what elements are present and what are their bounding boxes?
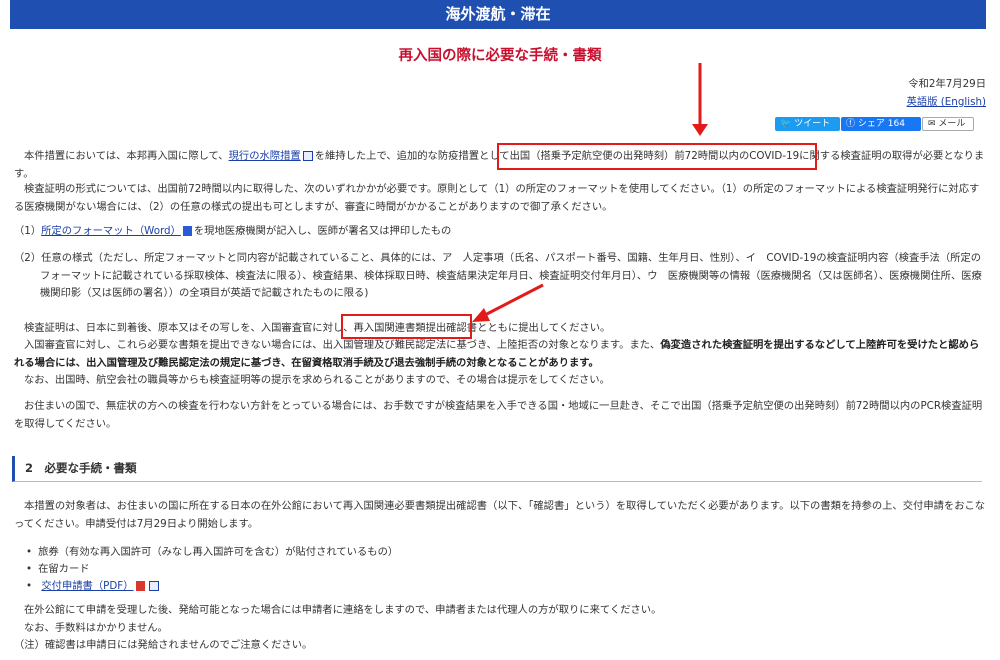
- paragraph-9: なお、手数料はかかりません。: [24, 622, 168, 634]
- down-arrow-head: [692, 124, 708, 136]
- list-item: 旅券（有効な再入国許可（みなし再入国許可を含む）が貼付されているもの）: [26, 544, 398, 561]
- format-item-2: （2）任意の様式（ただし、所定フォーマットと同内容が記載されていること、具体的に…: [14, 252, 982, 299]
- paragraph-6: お住まいの国で、無症状の方への検査を行わない方針をとっている場合には、お手数です…: [14, 400, 983, 430]
- paragraph-7: 本措置の対象者は、お住まいの国に所在する日本の在外公館において再入国関連必要書類…: [14, 500, 986, 530]
- external-link-icon: [148, 581, 159, 591]
- paragraph-4: 入国審査官に対し、これら必要な書類を提出できない場合には、出入国管理及び難民認定…: [14, 339, 980, 369]
- external-link-icon: [302, 151, 313, 161]
- application-form-pdf-link[interactable]: 交付申請書（PDF）: [41, 580, 133, 592]
- list-item: 在留カード: [26, 561, 89, 578]
- paragraph-8: 在外公館にて申請を受理した後、発給可能となった場合には申請者に連絡をしますので、…: [24, 604, 662, 616]
- pdf-icon: [135, 581, 145, 591]
- paragraph-2: 検査証明の形式については、出国前72時間以内に取得した、次のいずれかかが必要です…: [14, 183, 980, 213]
- paragraph-10-note: （注）確認書は申請日には発給されませんのでご注意ください。: [14, 639, 313, 651]
- highlight-box-confirmation: [341, 314, 472, 339]
- section-2-heading: 2 必要な手続・書類: [12, 456, 982, 482]
- format-item-1: （1）所定のフォーマット（Word） を現地医療機関が記入し、医師が署名又は押印し…: [14, 225, 452, 237]
- paragraph-5: なお、出国時、航空会社の職員等からも検査証明等の提示を求められることがありますの…: [24, 374, 610, 386]
- paragraph-3: 検査証明は、日本に到着後、原本又はその写しを、入国審査官に対し、再入国関連書類提…: [24, 322, 611, 334]
- prescribed-format-word-link[interactable]: 所定のフォーマット（Word）: [41, 225, 181, 237]
- list-item: 交付申請書（PDF）: [26, 578, 161, 595]
- border-measures-link[interactable]: 現行の水際措置: [229, 150, 301, 162]
- word-file-icon: [182, 226, 192, 236]
- highlight-box-certificate: [497, 143, 817, 170]
